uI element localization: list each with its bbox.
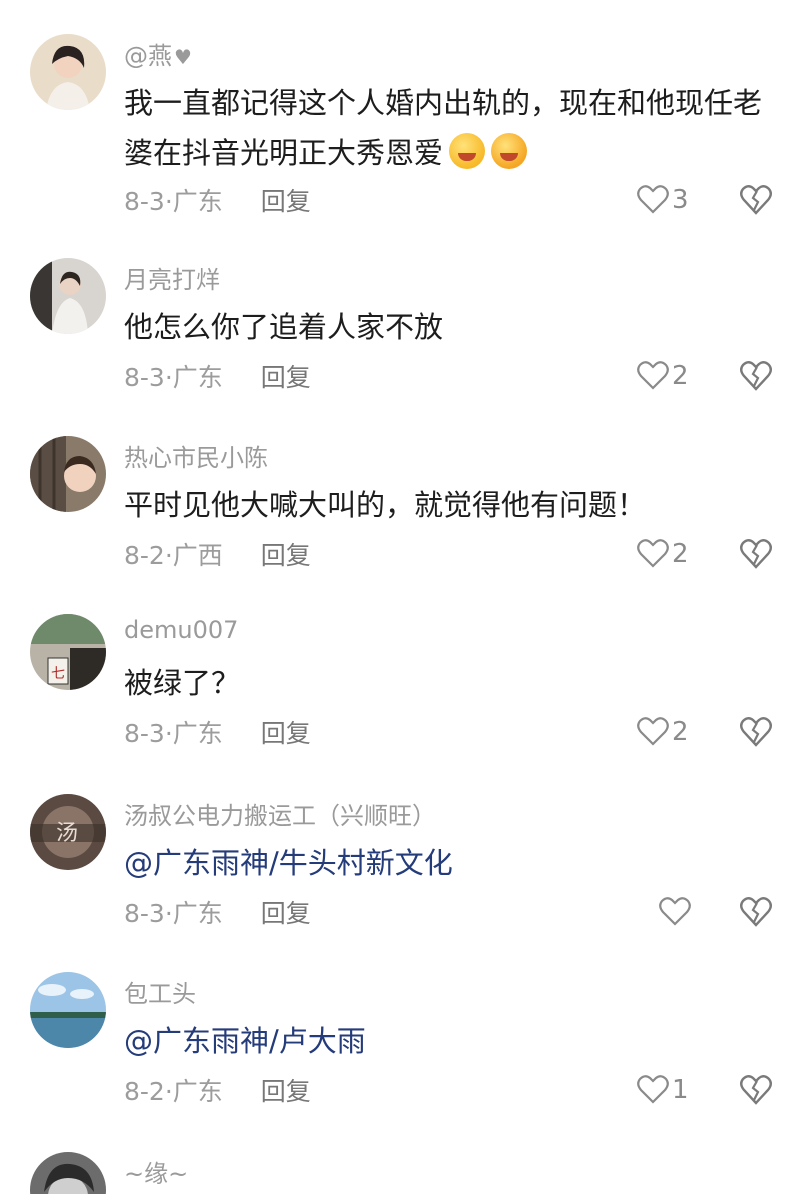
date-location: 8-2·广东 [124,1077,223,1106]
comment-item: 热心市民小陈 平时见他大喊大叫的，就觉得他有问题！ 8-2·广西 回复 2 [0,436,800,576]
comment-item: @燕 ♥ 我一直都记得这个人婚内出轨的，现在和他现任老婆在抖音光明正大秀恩爱 8-… [0,34,800,216]
date-location: 8-3·广东 [124,187,223,216]
broken-heart-icon [738,894,774,930]
avatar[interactable] [30,1152,106,1194]
like-button[interactable]: 3 [636,182,689,218]
broken-heart-icon [738,358,774,394]
avatar[interactable] [30,436,106,512]
comment-text: 被绿了？ [124,666,241,700]
dislike-button[interactable] [738,714,774,750]
date-location: 8-2·广西 [124,541,223,570]
reply-button[interactable]: 回复 [261,719,311,748]
dislike-button[interactable] [738,358,774,394]
username[interactable]: 汤叔公电力搬运工（兴顺旺） [124,796,436,831]
comment-meta: 8-3·广东 回复 [124,714,311,750]
username[interactable]: 月亮打烊 [124,260,220,295]
username[interactable]: 包工头 [124,974,196,1009]
comment-item: ~缘~ [0,1152,800,1194]
date-location: 8-3·广东 [124,899,223,928]
reply-button[interactable]: 回复 [261,1077,311,1106]
mention-link[interactable]: @广东雨神/牛头村新文化 [124,838,774,888]
username[interactable]: 热心市民小陈 [124,438,268,473]
like-count: 3 [672,185,689,215]
broken-heart-icon [738,714,774,750]
comment-meta: 8-2·广东 回复 [124,1072,311,1108]
date-location: 8-3·广东 [124,719,223,748]
avatar[interactable] [30,972,106,1048]
svg-text:七: 七 [51,666,65,682]
like-button[interactable] [658,894,694,930]
avatar-text: 汤 [56,821,78,846]
dislike-button[interactable] [738,536,774,572]
broken-heart-icon [738,182,774,218]
avatar[interactable]: 汤 [30,794,106,870]
date-location: 8-3·广东 [124,363,223,392]
username[interactable]: demu007 [124,616,238,644]
comment-item: 汤 汤叔公电力搬运工（兴顺旺） @广东雨神/牛头村新文化 8-3·广东 回复 [0,794,800,934]
comment-item: 月亮打烊 他怎么你了追着人家不放 8-3·广东 回复 2 [0,258,800,398]
username[interactable]: ~缘~ [124,1154,188,1189]
comment-item: 七 demu007 被绿了？ 8-3·广东 回复 2 [0,614,800,754]
laughing-crying-emoji-icon [491,133,528,169]
dislike-button[interactable] [738,894,774,930]
heart-outline-icon [658,895,692,929]
dislike-button[interactable] [738,182,774,218]
kiss-emoji-icon [449,133,486,169]
dislike-button[interactable] [738,1072,774,1108]
reply-button[interactable]: 回复 [261,541,311,570]
comment-text: 平时见他大喊大叫的，就觉得他有问题！ [124,488,647,522]
like-button[interactable]: 2 [636,714,689,750]
like-button[interactable]: 1 [636,1072,689,1108]
like-button[interactable]: 2 [636,358,689,394]
broken-heart-icon [738,536,774,572]
heart-outline-icon [636,359,670,393]
like-count: 2 [672,361,689,391]
comment-meta: 8-3·广东 回复 [124,894,311,930]
broken-heart-icon [738,1072,774,1108]
reply-button[interactable]: 回复 [261,363,311,392]
like-count: 2 [672,717,689,747]
comment-text: 我一直都记得这个人婚内出轨的，现在和他现任老婆在抖音光明正大秀恩爱 [124,86,763,170]
avatar[interactable] [30,258,106,334]
like-count: 2 [672,539,689,569]
heart-outline-icon [636,537,670,571]
avatar[interactable] [30,34,106,110]
comment-meta: 8-2·广西 回复 [124,536,311,572]
comment-text: 他怎么你了追着人家不放 [124,310,444,344]
heart-outline-icon [636,1073,670,1107]
reply-button[interactable]: 回复 [261,187,311,216]
heart-badge-icon: ♥ [174,45,192,69]
like-count: 1 [672,1075,689,1105]
comment-meta: 8-3·广东 回复 [124,182,311,218]
comment-meta: 8-3·广东 回复 [124,358,311,394]
avatar[interactable]: 七 [30,614,106,690]
comment-item: 包工头 @广东雨神/卢大雨 8-2·广东 回复 1 [0,972,800,1112]
reply-button[interactable]: 回复 [261,899,311,928]
heart-outline-icon [636,183,670,217]
like-button[interactable]: 2 [636,536,689,572]
heart-outline-icon [636,715,670,749]
username[interactable]: @燕 ♥ [124,36,192,71]
mention-link[interactable]: @广东雨神/卢大雨 [124,1016,774,1066]
